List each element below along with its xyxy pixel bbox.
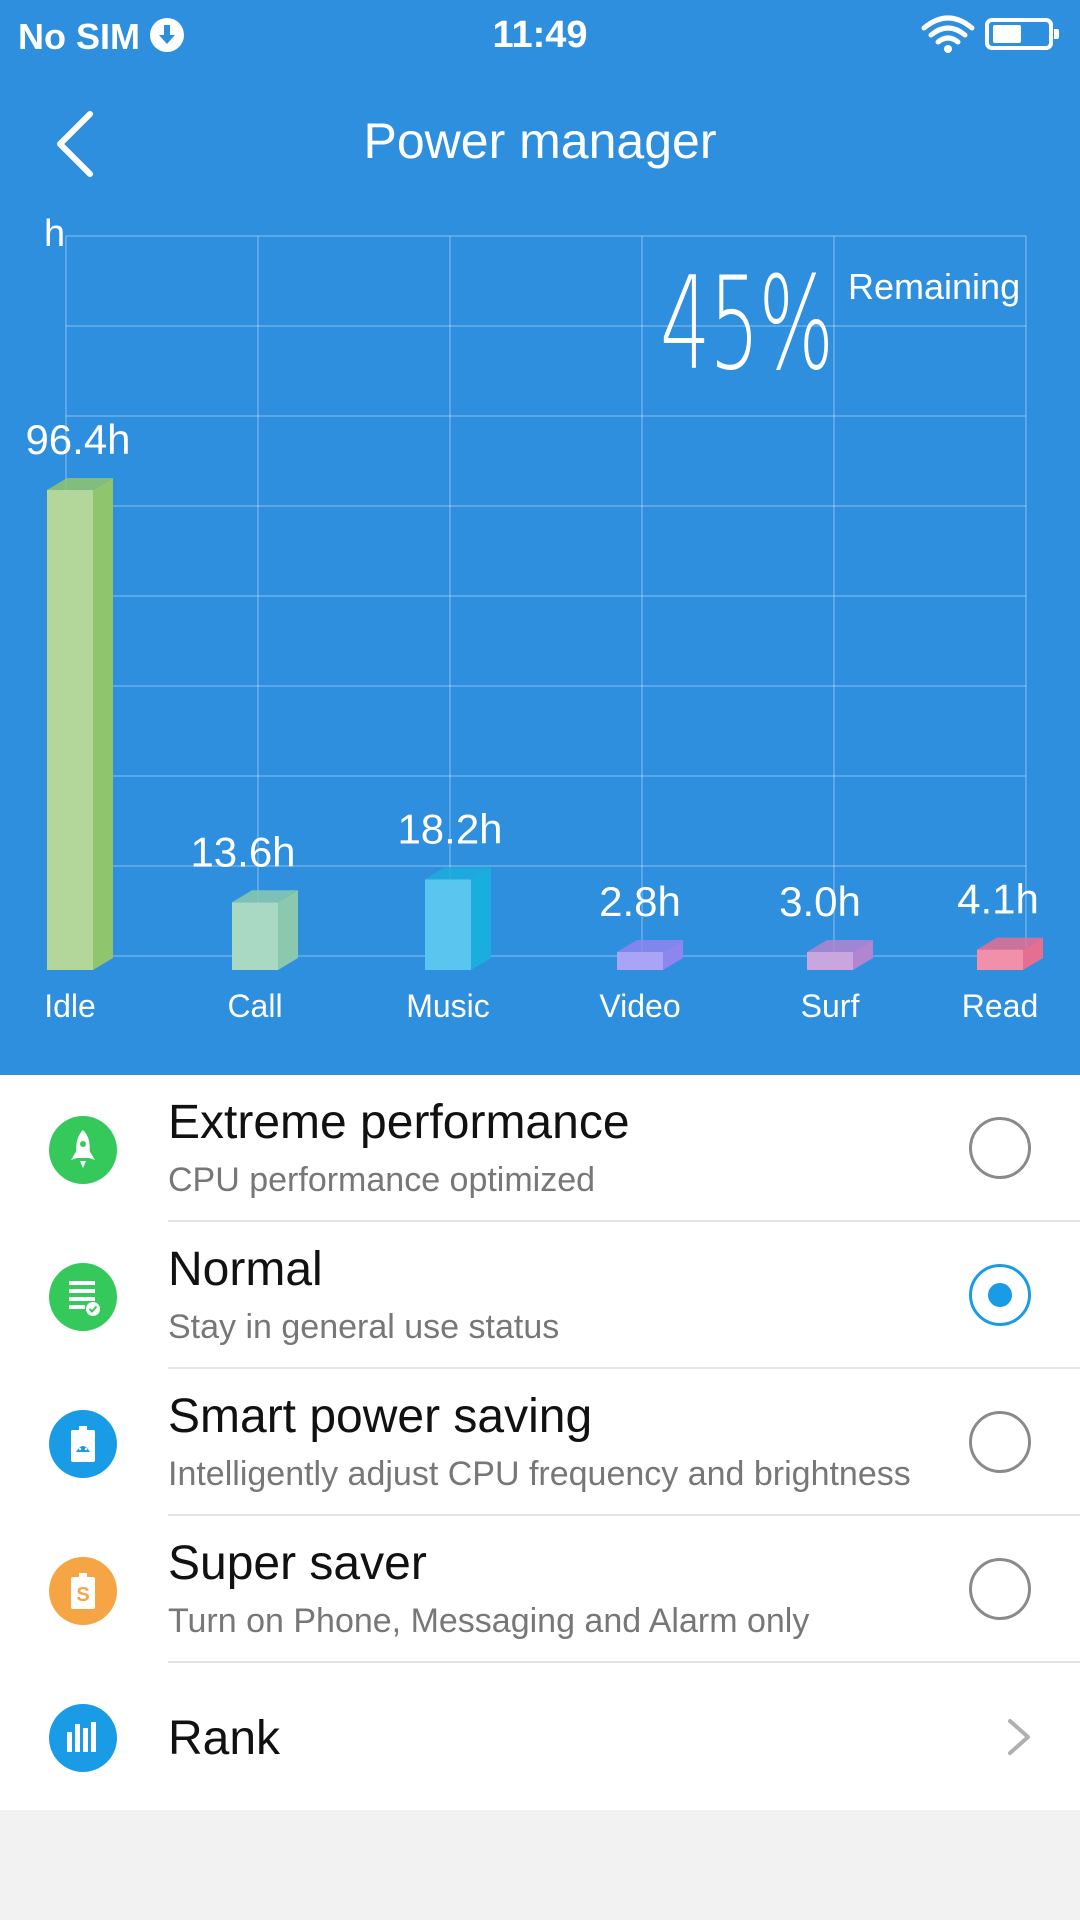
battery-dollar-icon: S — [49, 1557, 117, 1625]
chevron-right-icon — [1008, 1719, 1030, 1755]
mode-radio[interactable] — [969, 1117, 1031, 1179]
category-label: Call — [227, 988, 282, 1024]
bar-value-label: 18.2h — [397, 805, 502, 852]
bar-value-label: 4.1h — [957, 876, 1039, 923]
bar-video — [617, 940, 683, 970]
usage-chart: h 96.4h Idle 13.6h Call 18.2h Music 2.8h Video 3.… — [0, 200, 1080, 1030]
bar-value-label: 13.6h — [190, 828, 295, 875]
mode-subtitle: Intelligently adjust CPU frequency and b… — [168, 1455, 911, 1493]
mode-radio[interactable] — [969, 1264, 1031, 1326]
rocket-icon — [49, 1116, 117, 1184]
mode-smart-power-saving[interactable]: Smart power saving Intelligently adjust … — [0, 1369, 1080, 1516]
page-title: Power manager — [363, 113, 717, 169]
mode-title: Super saver — [168, 1537, 427, 1590]
mode-extreme-performance[interactable]: Extreme performance CPU performance opti… — [0, 1075, 1080, 1222]
power-mode-list: Extreme performance CPU performance opti… — [0, 1075, 1080, 1810]
mode-radio[interactable] — [969, 1558, 1031, 1620]
mode-radio[interactable] — [969, 1411, 1031, 1473]
android-battery-icon — [49, 1410, 117, 1478]
battery-icon — [985, 18, 1059, 50]
category-label: Music — [406, 988, 490, 1024]
bar-surf — [807, 940, 873, 970]
category-label: Surf — [801, 988, 860, 1024]
bar-idle — [47, 478, 113, 970]
mode-subtitle: Turn on Phone, Messaging and Alarm only — [168, 1602, 810, 1640]
category-label: Video — [599, 988, 680, 1024]
battery-percent: 45% — [660, 250, 834, 399]
category-label: Idle — [44, 988, 96, 1024]
mode-title: Extreme performance — [168, 1096, 630, 1149]
mode-title: Smart power saving — [168, 1390, 593, 1443]
mode-title: Normal — [168, 1243, 323, 1296]
remaining-label: Remaining — [848, 266, 1021, 307]
mode-super-saver[interactable]: S Super saver Turn on Phone, Messaging a… — [0, 1516, 1080, 1663]
svg-text:S: S — [76, 1584, 89, 1606]
rank-title: Rank — [168, 1712, 281, 1765]
bar-value-label: 96.4h — [25, 416, 130, 463]
rank-item[interactable]: Rank — [0, 1663, 1080, 1810]
bar-music — [425, 867, 491, 970]
category-label: Read — [962, 988, 1039, 1024]
clock: 11:49 — [492, 14, 588, 56]
mode-normal[interactable]: Normal Stay in general use status — [0, 1222, 1080, 1369]
header: No SIM 11:49 Power manager h 96.4h Idle 13.… — [0, 0, 1080, 1075]
mode-subtitle: CPU performance optimized — [168, 1161, 596, 1199]
wifi-icon — [921, 15, 975, 53]
document-check-icon — [49, 1263, 117, 1331]
bar-value-label: 2.8h — [599, 878, 681, 925]
y-axis-label: h — [44, 213, 65, 255]
mode-subtitle: Stay in general use status — [168, 1308, 560, 1346]
bar-call — [232, 890, 298, 970]
usage-chart-svg: h 96.4h Idle 13.6h Call 18.2h Music 2.8h Video 3.… — [25, 213, 1043, 1024]
status-bar: No SIM 11:49 — [0, 0, 1080, 72]
bar-value-label: 3.0h — [779, 878, 861, 925]
bar-read — [977, 937, 1043, 970]
bar-chart-icon — [49, 1704, 117, 1772]
